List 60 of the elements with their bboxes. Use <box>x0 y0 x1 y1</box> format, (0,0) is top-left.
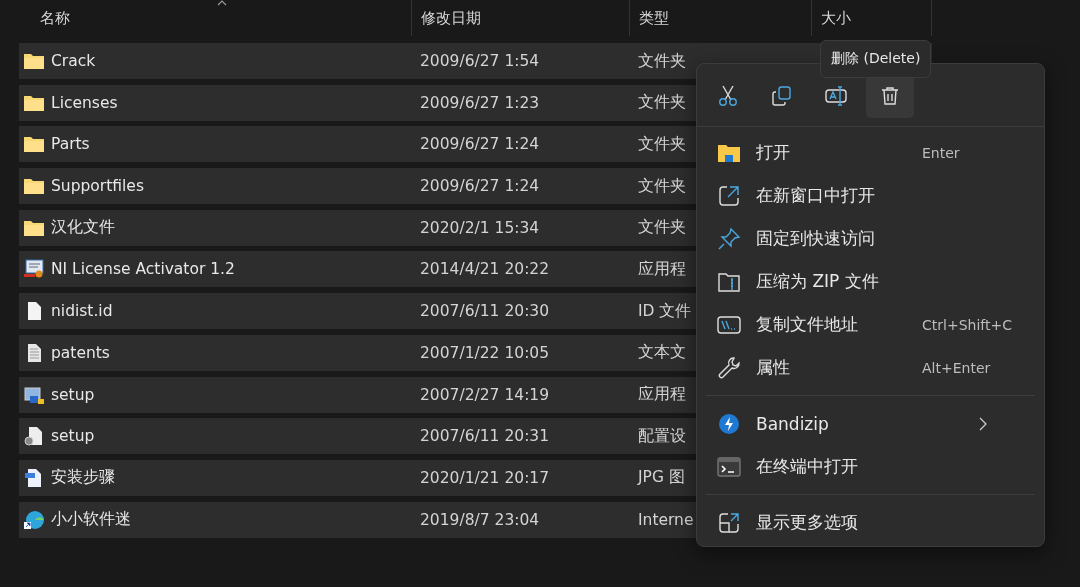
modified-date: 2009/6/27 1:24 <box>420 177 540 196</box>
file-type: 文件夹 <box>638 51 686 70</box>
column-header[interactable]: 名称 <box>19 0 411 36</box>
wrench-icon <box>717 355 741 380</box>
file-name: patents <box>51 343 110 362</box>
file-type: 文本文 <box>638 343 686 362</box>
modified-date: 2014/4/21 20:22 <box>420 260 550 279</box>
file-name: Supportfiles <box>51 177 144 196</box>
column-header[interactable]: 类型 <box>629 0 811 36</box>
pin-icon <box>717 226 741 251</box>
modified-date: 2007/2/27 14:19 <box>420 385 550 404</box>
column-header[interactable]: 大小 <box>811 0 932 36</box>
folder-icon <box>23 51 45 71</box>
file-name: Crack <box>51 52 96 70</box>
file-type: 文件夹 <box>638 218 686 237</box>
terminal-icon <box>717 454 741 479</box>
file-type: JPG 图 <box>638 468 685 487</box>
file-name: 汉化文件 <box>51 217 115 239</box>
modified-date: 2009/6/27 1:23 <box>420 93 540 112</box>
file-type: 文件夹 <box>638 134 686 153</box>
column-header[interactable]: 修改日期 <box>411 0 629 36</box>
file-name: 小小软件迷 <box>51 509 131 531</box>
modified-date: 2020/2/1 15:34 <box>420 218 540 237</box>
lightning-circle-icon <box>717 411 741 436</box>
external-link-icon <box>717 183 741 208</box>
folder-icon <box>23 134 45 155</box>
rename-icon <box>825 85 847 107</box>
copy-icon <box>771 85 793 107</box>
file-type: 应用程 <box>638 385 686 403</box>
modified-date: 2007/6/11 20:31 <box>420 427 550 446</box>
file-type: Interne <box>638 510 694 529</box>
file-type: 应用程 <box>638 259 686 278</box>
sort-caret-icon <box>217 0 227 6</box>
file-name: Licenses <box>51 93 118 112</box>
tooltip: 删除 (Delete) <box>820 40 932 78</box>
file-name: 安装步骤 <box>51 467 115 489</box>
modified-date: 2007/1/22 10:05 <box>420 343 550 362</box>
file-type: 文件夹 <box>638 93 686 112</box>
expand-icon <box>717 510 741 535</box>
modified-date: 2007/6/11 20:30 <box>420 302 550 321</box>
folder-icon <box>23 176 45 197</box>
modified-date: 2019/8/7 23:04 <box>420 510 540 529</box>
config-file-icon <box>23 426 45 447</box>
shortcut-icon <box>23 509 45 530</box>
file-name: setup <box>51 385 95 404</box>
file-name: setup <box>51 427 95 446</box>
file-name: NI License Activator 1.2 <box>51 260 235 279</box>
installer-icon <box>23 384 45 405</box>
file-name: nidist.id <box>51 302 113 321</box>
modified-date: 2009/6/27 1:54 <box>420 52 540 70</box>
certificate-app-icon <box>23 259 45 280</box>
file-type: ID 文件 <box>638 301 692 320</box>
file-type: 配置设 <box>638 426 686 445</box>
modified-date: 2020/1/21 20:17 <box>420 468 550 487</box>
trash-icon <box>879 85 901 107</box>
file-name: Parts <box>51 135 90 154</box>
file-type: 文件夹 <box>638 176 686 195</box>
modified-date: 2009/6/27 1:24 <box>420 135 540 154</box>
chevron-right-icon <box>979 416 987 431</box>
cut-icon <box>717 85 739 107</box>
